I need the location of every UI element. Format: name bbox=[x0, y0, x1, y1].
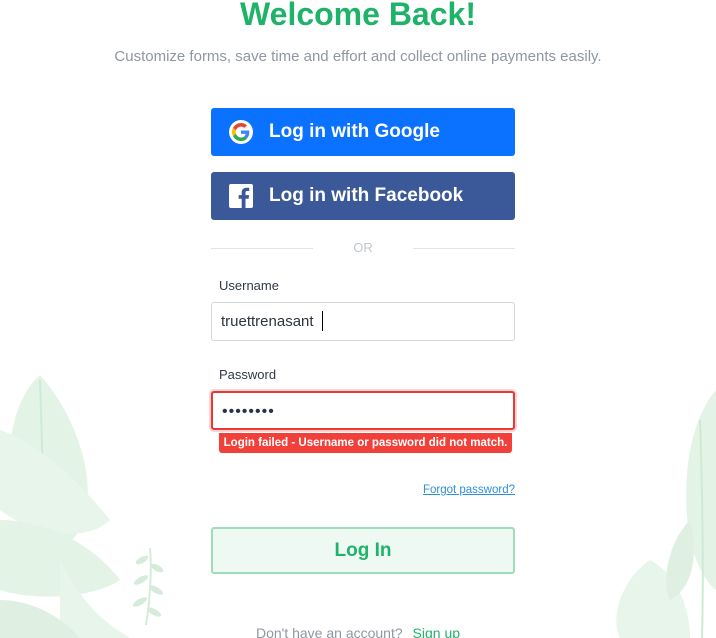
login-button[interactable]: Log In bbox=[211, 527, 515, 574]
page-subtitle: Customize forms, save time and effort an… bbox=[114, 48, 602, 65]
facebook-login-label: Log in with Facebook bbox=[269, 185, 464, 206]
facebook-icon bbox=[229, 184, 253, 208]
password-input[interactable]: •••••••• bbox=[211, 391, 515, 430]
login-error-message: Login failed - Username or password did … bbox=[219, 433, 512, 453]
text-cursor bbox=[322, 311, 323, 331]
google-login-label: Log in with Google bbox=[269, 121, 440, 142]
signup-prompt: Don't have an account? bbox=[255, 625, 403, 638]
username-input[interactable] bbox=[211, 302, 515, 341]
forgot-password-link[interactable]: Forgot password? bbox=[423, 484, 515, 496]
or-divider: OR bbox=[211, 240, 515, 256]
page-title: Welcome Back! bbox=[240, 0, 476, 32]
username-label: Username bbox=[219, 278, 279, 293]
login-page: Welcome Back! Customize forms, save time… bbox=[0, 0, 716, 638]
signup-row: Don't have an account? Sign up bbox=[0, 625, 716, 638]
divider-line-right bbox=[413, 248, 515, 249]
google-icon bbox=[229, 120, 253, 144]
facebook-login-button[interactable]: Log in with Facebook bbox=[211, 172, 515, 220]
google-login-button[interactable]: Log in with Google bbox=[211, 108, 515, 156]
password-label: Password bbox=[219, 367, 277, 382]
signup-link[interactable]: Sign up bbox=[413, 625, 460, 638]
